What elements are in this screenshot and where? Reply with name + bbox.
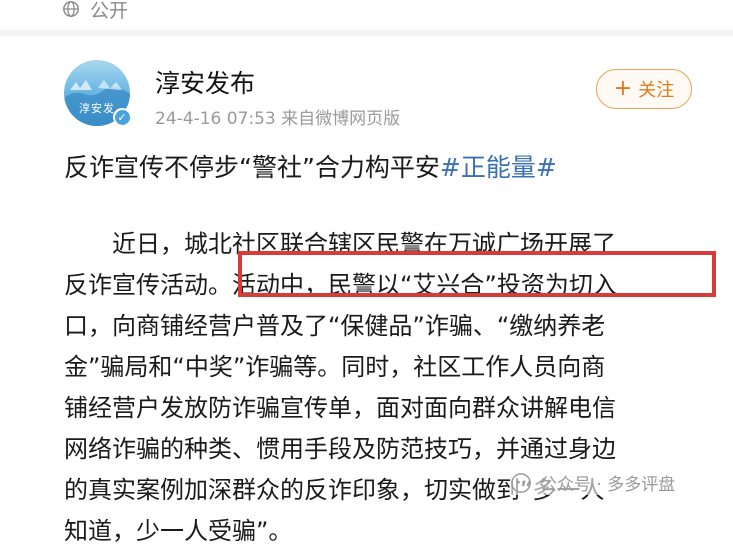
follow-button[interactable]: + 关注 — [596, 69, 692, 109]
follow-label: 关注 — [638, 80, 675, 101]
body-line: 口，向商铺经营户普及了“保健品”诈骗、“缴纳养老 — [64, 312, 606, 340]
post-source: 来自微博网页版 — [281, 109, 401, 129]
body-line: 反诈宣传活动。活动中，民警以“艾兴合”投资为切入 — [64, 271, 617, 299]
post-body: 近日，城北社区联合辖区民警在万诚广场开展了 反诈宣传活动。活动中，民警以“艾兴合… — [64, 224, 714, 552]
visibility-bar: 公开 — [0, 0, 733, 26]
visibility-indicator: 公开 — [62, 0, 128, 22]
body-line: 网络诈骗的种类、惯用手段及防范技巧，并通过身边 — [64, 435, 616, 463]
post-timestamp: 24-4-16 07:53 — [155, 109, 276, 129]
watermark-text: 公众号 · 多多评盘 — [540, 475, 676, 495]
body-line: 金”骗局和“中奖”诈骗等。同时，社区工作人员向商 — [64, 353, 606, 381]
plus-icon: + — [613, 76, 633, 101]
section-divider — [0, 30, 733, 36]
watermark: 公众号 · 多多评盘 — [510, 470, 676, 495]
verified-badge: ✓ — [113, 108, 131, 126]
verified-check-icon: ✓ — [114, 109, 130, 125]
globe-icon — [63, 1, 79, 17]
body-line: 知道，少一人受骗”。 — [64, 517, 293, 545]
visibility-label: 公开 — [90, 0, 129, 22]
wechat-official-account-icon — [511, 472, 531, 493]
body-line: 铺经营户发放防诈骗宣传单，面对面向群众讲解电信 — [64, 394, 616, 422]
post-meta: 24-4-16 07:53 来自微博网页版 — [155, 104, 400, 129]
author-name[interactable]: 淳安发布 — [155, 64, 255, 100]
body-line: 近日，城北社区联合辖区民警在万诚广场开展了 — [112, 230, 616, 258]
headline-text: 反诈宣传不停步“警社”合力构平安 — [64, 153, 440, 182]
hashtag-link[interactable]: #正能量# — [440, 153, 557, 182]
post-headline: 反诈宣传不停步“警社”合力构平安#正能量# — [64, 148, 557, 184]
